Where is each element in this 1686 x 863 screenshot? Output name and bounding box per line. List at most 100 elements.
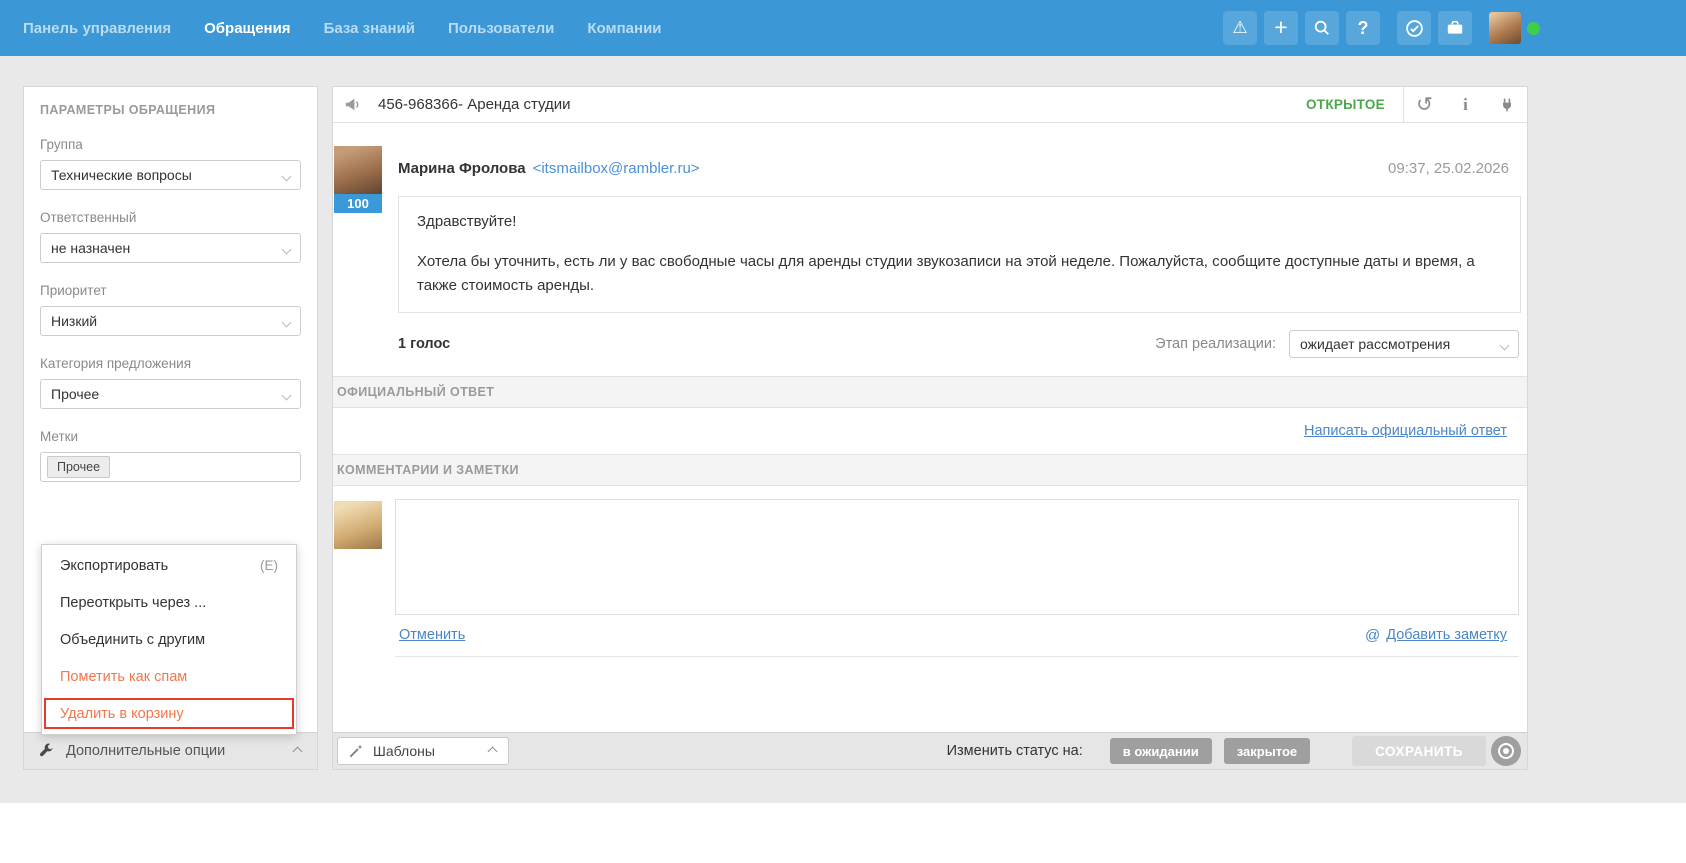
comment-input[interactable] [395, 499, 1519, 615]
chevron-down-icon [1500, 340, 1510, 350]
votes-row: 1 голос Этап реализации: ожидает рассмот… [398, 330, 1519, 358]
status-pending-button[interactable]: в ожидании [1110, 738, 1212, 764]
customer-name: Марина Фролова [398, 160, 526, 177]
customer-rating-badge: 100 [334, 194, 382, 213]
stage-label: Этап реализации: [1155, 336, 1276, 352]
chevron-down-icon [282, 172, 292, 182]
nav-toolbar: ⚠ + ? [1223, 11, 1540, 45]
agent-avatar [334, 501, 382, 549]
votes-count: 1 голос [398, 336, 450, 352]
official-answer-body: Написать официальный ответ [333, 408, 1527, 454]
message-greeting: Здравствуйте! [417, 210, 1502, 233]
templates-label: Шаблоны [373, 743, 435, 759]
add-note-action[interactable]: @ Добавить заметку [1365, 627, 1507, 644]
message-timestamp: 09:37, 25.02.2026 [1388, 160, 1509, 177]
more-options-toggle[interactable]: Дополнительные опции [24, 732, 317, 769]
group-select[interactable]: Технические вопросы [40, 160, 301, 190]
info-button[interactable]: i [1445, 87, 1486, 122]
more-options-label: Дополнительные опции [66, 743, 225, 759]
tag-chip[interactable]: Прочее [47, 456, 110, 478]
menu-item-export[interactable]: Экспортировать (E) [42, 547, 296, 584]
cancel-link[interactable]: Отменить [399, 627, 465, 643]
category-select[interactable]: Прочее [40, 379, 301, 409]
nav-item-companies[interactable]: Компании [587, 20, 661, 37]
assignee-field-label: Ответственный [40, 210, 301, 225]
status-closed-button[interactable]: закрытое [1224, 738, 1310, 764]
stage-select[interactable]: ожидает рассмотрения [1289, 330, 1519, 358]
help-button[interactable]: ? [1346, 11, 1380, 45]
customer-email-link[interactable]: <itsmailbox@rambler.ru> [533, 160, 700, 177]
briefcase-icon [1446, 19, 1464, 37]
ticket-panel: 456-968366- Аренда студии ОТКРЫТОЕ ↺ i 1… [332, 86, 1528, 770]
comment-composer: Отменить @ Добавить заметку [333, 486, 1527, 657]
customer-message: 100 Марина Фролова <itsmailbox@rambler.r… [333, 123, 1527, 358]
info-icon: i [1463, 95, 1468, 115]
save-and-next-button[interactable] [1491, 736, 1521, 766]
templates-button[interactable]: Шаблоны [337, 737, 509, 765]
priority-select[interactable]: Низкий [40, 306, 301, 336]
stage-select-value: ожидает рассмотрения [1300, 336, 1450, 352]
wand-icon [348, 743, 364, 759]
status-actions: Изменить статус на: в ожидании закрытое … [947, 736, 1521, 766]
question-icon: ? [1358, 18, 1369, 39]
menu-item-merge[interactable]: Объединить с другим [42, 621, 296, 658]
organizations-button[interactable] [1438, 11, 1472, 45]
ticket-status-badge[interactable]: ОТКРЫТОЕ [1306, 97, 1385, 112]
menu-item-label: Объединить с другим [60, 632, 205, 648]
chevron-down-icon [282, 318, 292, 328]
message-text: Хотела бы уточнить, есть ли у вас свобод… [417, 250, 1502, 297]
message-body: Здравствуйте! Хотела бы уточнить, есть л… [398, 196, 1521, 313]
field-group: Приоритет Низкий [40, 283, 301, 336]
menu-item-delete-to-trash[interactable]: Удалить в корзину [42, 695, 296, 732]
tasks-button[interactable] [1397, 11, 1431, 45]
field-group: Категория предложения Прочее [40, 356, 301, 409]
write-official-answer-link[interactable]: Написать официальный ответ [1304, 423, 1507, 439]
add-note-link[interactable]: Добавить заметку [1386, 627, 1507, 643]
official-answer-header: ОФИЦИАЛЬНЫЙ ОТВЕТ [333, 376, 1527, 408]
group-field-label: Группа [40, 137, 301, 152]
field-group: Группа Технические вопросы [40, 137, 301, 190]
at-icon: @ [1365, 627, 1380, 644]
comments-header: КОММЕНТАРИИ И ЗАМЕТКИ [333, 454, 1527, 486]
chevron-down-icon [282, 245, 292, 255]
composer-actions: Отменить @ Добавить заметку [395, 615, 1519, 657]
save-button[interactable]: СОХРАНИТЬ [1352, 736, 1486, 766]
ticket-header: 456-968366- Аренда студии ОТКРЫТОЕ ↺ i [333, 87, 1527, 123]
top-navigation: Панель управления Обращения База знаний … [0, 0, 1686, 56]
search-button[interactable] [1305, 11, 1339, 45]
user-avatar[interactable] [1489, 12, 1521, 44]
tags-input[interactable]: Прочее [40, 452, 301, 482]
target-icon [1498, 743, 1514, 759]
alerts-button[interactable]: ⚠ [1223, 11, 1257, 45]
nav-item-dashboard[interactable]: Панель управления [23, 20, 171, 37]
history-button[interactable]: ↺ [1404, 87, 1445, 122]
menu-item-reopen-after[interactable]: Переоткрыть через ... [42, 584, 296, 621]
assignee-select[interactable]: не назначен [40, 233, 301, 263]
nav-item-knowledge-base[interactable]: База знаний [324, 20, 415, 37]
menu-item-mark-spam[interactable]: Пометить как спам [42, 658, 296, 695]
menu-item-label: Экспортировать [60, 558, 168, 574]
plug-icon [1499, 97, 1515, 113]
stage-row: Этап реализации: ожидает рассмотрения [1155, 330, 1519, 358]
params-panel-title: ПАРАМЕТРЫ ОБРАЩЕНИЯ [24, 87, 317, 117]
shortcut-hint: (E) [260, 558, 278, 573]
priority-field-label: Приоритет [40, 283, 301, 298]
search-icon [1313, 19, 1331, 37]
more-options-menu: Экспортировать (E) Переоткрыть через ...… [41, 544, 297, 735]
integrations-button[interactable] [1486, 87, 1527, 122]
nav-menu: Панель управления Обращения База знаний … [0, 20, 662, 37]
nav-item-users[interactable]: Пользователи [448, 20, 554, 37]
field-group: Метки Прочее [40, 429, 301, 482]
menu-item-label: Удалить в корзину [60, 706, 184, 722]
add-button[interactable]: + [1264, 11, 1298, 45]
nav-item-tickets[interactable]: Обращения [204, 20, 290, 37]
ticket-header-actions: ОТКРЫТОЕ ↺ i [1306, 87, 1527, 122]
priority-select-value: Низкий [51, 313, 97, 329]
category-field-label: Категория предложения [40, 356, 301, 371]
chevron-down-icon [282, 391, 292, 401]
field-group: Ответственный не назначен [40, 210, 301, 263]
change-status-label: Изменить статус на: [947, 743, 1083, 759]
chevron-up-icon [293, 746, 303, 756]
chevron-up-icon [488, 746, 498, 756]
check-circle-icon [1405, 19, 1424, 38]
